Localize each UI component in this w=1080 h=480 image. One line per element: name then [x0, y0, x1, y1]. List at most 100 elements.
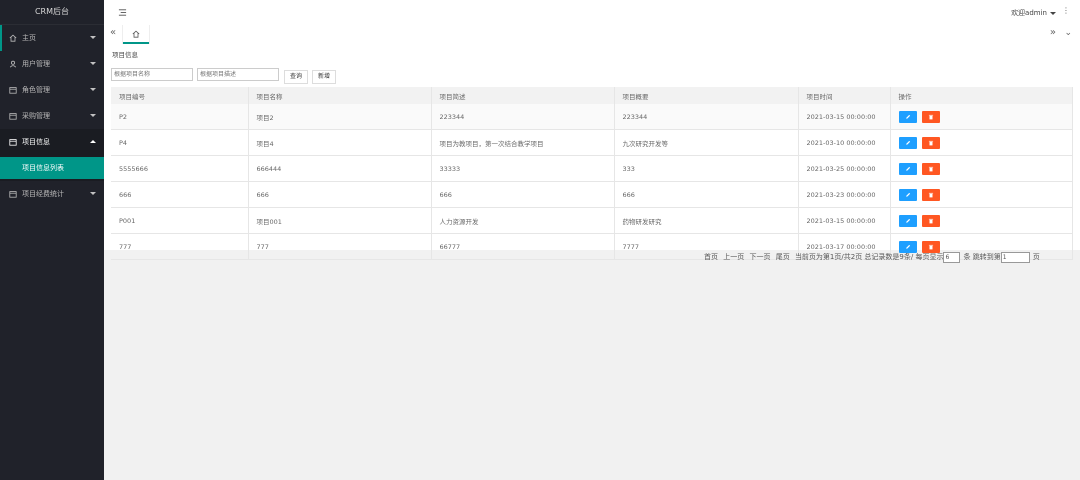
cell-name: 项目2 — [248, 104, 432, 130]
main-content: 项目信息 查询 新增 项目编号 项目名称 项目简述 项目概要 项目时间 操作 P… — [104, 44, 1080, 260]
pagination: 首页 上一页 下一页 尾页 当前页为第1页/共2页 总记录数是9条/ 每页显示 6… — [704, 251, 1080, 263]
cell-summary: 223344 — [614, 104, 799, 130]
chevron-down-icon — [90, 114, 96, 117]
cell-actions — [890, 181, 1073, 208]
sidebar-item-label: 主页 — [22, 34, 36, 42]
cell-time: 2021-03-10 00:00:00 — [798, 129, 891, 156]
user-menu[interactable]: 欢迎admin — [1011, 8, 1056, 18]
sidebar-subitem-project-list[interactable]: 项目信息列表 — [0, 157, 104, 179]
sidebar-submenu: 项目信息列表 — [0, 155, 104, 181]
sidebar-item-label: 采购管理 — [22, 112, 50, 120]
delete-button[interactable] — [921, 188, 940, 201]
cell-brief: 66777 — [431, 233, 615, 260]
sidebar-item-purchase[interactable]: 采购管理 — [0, 103, 104, 129]
tab-menu-chevron-icon[interactable]: ⌄ — [1064, 28, 1072, 38]
column-header: 项目编号 — [111, 87, 249, 104]
chevron-down-icon — [1050, 11, 1056, 15]
cell-time: 2021-03-25 00:00:00 — [798, 155, 891, 182]
user-icon — [8, 60, 17, 69]
table-row: 666 666 666 666 2021-03-23 00:00:00 — [111, 181, 1073, 208]
tab-bar: « » ⌄ — [104, 25, 1080, 45]
delete-button[interactable] — [921, 136, 940, 149]
delete-button[interactable] — [921, 110, 940, 123]
project-table: 项目编号 项目名称 项目简述 项目概要 项目时间 操作 P2 项目2 22334… — [111, 87, 1073, 260]
chevron-down-icon — [90, 192, 96, 195]
page-title: 项目信息 — [112, 51, 138, 59]
edit-button[interactable] — [898, 136, 917, 149]
cell-brief: 223344 — [431, 104, 615, 130]
column-header: 项目时间 — [798, 87, 891, 104]
cell-id: P001 — [111, 207, 249, 234]
cell-id: P4 — [111, 129, 249, 156]
chevron-down-icon — [90, 88, 96, 91]
column-header: 操作 — [890, 87, 1073, 104]
cell-name: 项目001 — [248, 207, 432, 234]
cell-time: 2021-03-15 00:00:00 — [798, 104, 891, 130]
cell-actions — [890, 155, 1073, 182]
search-name-input[interactable] — [111, 68, 193, 81]
cell-id: 777 — [111, 233, 249, 260]
cell-summary: 333 — [614, 155, 799, 182]
add-button[interactable]: 新增 — [312, 70, 337, 84]
sidebar-item-label: 项目经费统计 — [22, 190, 64, 198]
cell-name: 666444 — [248, 155, 432, 182]
chevron-down-icon — [90, 36, 96, 39]
edit-button[interactable] — [898, 214, 917, 227]
cell-summary: 药物研发研究 — [614, 207, 799, 234]
cell-time: 2021-03-23 00:00:00 — [798, 181, 891, 208]
table-row: 5555666 666444 33333 333 2021-03-25 00:0… — [111, 155, 1073, 182]
cell-summary: 666 — [614, 181, 799, 208]
prev-page-link[interactable]: 上一页 — [723, 253, 744, 261]
tab-home[interactable] — [122, 25, 150, 44]
chevron-up-icon — [90, 140, 96, 143]
tab-scroll-right-icon[interactable]: » — [1050, 27, 1056, 38]
chevron-down-icon — [90, 62, 96, 65]
sidebar-item-funding-stats[interactable]: 项目经费统计 — [0, 181, 104, 207]
delete-button[interactable] — [921, 162, 940, 175]
folder-icon — [8, 86, 17, 95]
table-row: P4 项目4 项目为教项目，第一次结合教学项目 九次研究开发等 2021-03-… — [111, 129, 1073, 156]
cell-id: P2 — [111, 104, 249, 130]
sidebar-item-home[interactable]: 主页 — [0, 25, 104, 51]
sidebar-item-roles[interactable]: 角色管理 — [0, 77, 104, 103]
table-row: P001 项目001 人力资源开发 药物研发研究 2021-03-15 00:0… — [111, 207, 1073, 234]
cell-summary: 九次研究开发等 — [614, 129, 799, 156]
sidebar-item-label: 用户管理 — [22, 60, 50, 68]
app-logo: CRM后台 — [0, 0, 104, 25]
page-info: 当前页为第1页/共2页 总记录数是9条/ 每页显示 — [794, 253, 944, 261]
folder-icon — [8, 190, 17, 199]
cell-id: 5555666 — [111, 155, 249, 182]
sidebar-item-label: 项目信息 — [22, 138, 50, 146]
cell-name: 项目4 — [248, 129, 432, 156]
edit-button[interactable] — [898, 188, 917, 201]
cell-brief: 项目为教项目，第一次结合教学项目 — [431, 129, 615, 156]
next-page-link[interactable]: 下一页 — [749, 253, 770, 261]
column-header: 项目名称 — [248, 87, 432, 104]
jump-page-input[interactable]: 1 — [1000, 251, 1030, 263]
top-header: 欢迎admin ⋮ — [104, 0, 1080, 26]
cell-actions — [890, 207, 1073, 234]
page-end: 页 — [1032, 253, 1040, 261]
folder-icon — [8, 112, 17, 121]
sidebar-item-projects[interactable]: 项目信息 — [0, 129, 104, 155]
table-row: P2 项目2 223344 223344 2021-03-15 00:00:00 — [111, 104, 1073, 130]
home-icon — [8, 34, 17, 43]
edit-button[interactable] — [898, 110, 917, 123]
column-header: 项目简述 — [431, 87, 615, 104]
tab-scroll-left-icon[interactable]: « — [110, 27, 116, 38]
sidebar-item-users[interactable]: 用户管理 — [0, 51, 104, 77]
cell-brief: 666 — [431, 181, 615, 208]
last-page-link[interactable]: 尾页 — [776, 253, 790, 261]
table-header-row: 项目编号 项目名称 项目简述 项目概要 项目时间 操作 — [111, 87, 1073, 104]
search-desc-input[interactable] — [197, 68, 279, 81]
user-greeting: 欢迎admin — [1011, 9, 1047, 17]
menu-toggle-icon[interactable] — [118, 8, 127, 17]
query-button[interactable]: 查询 — [284, 70, 309, 84]
delete-button[interactable] — [921, 214, 940, 227]
first-page-link[interactable]: 首页 — [704, 253, 718, 261]
cell-brief: 人力资源开发 — [431, 207, 615, 234]
page-size-input[interactable]: 6 — [943, 251, 961, 263]
cell-time: 2021-03-15 00:00:00 — [798, 207, 891, 234]
more-icon[interactable]: ⋮ — [1062, 6, 1070, 15]
edit-button[interactable] — [898, 162, 917, 175]
